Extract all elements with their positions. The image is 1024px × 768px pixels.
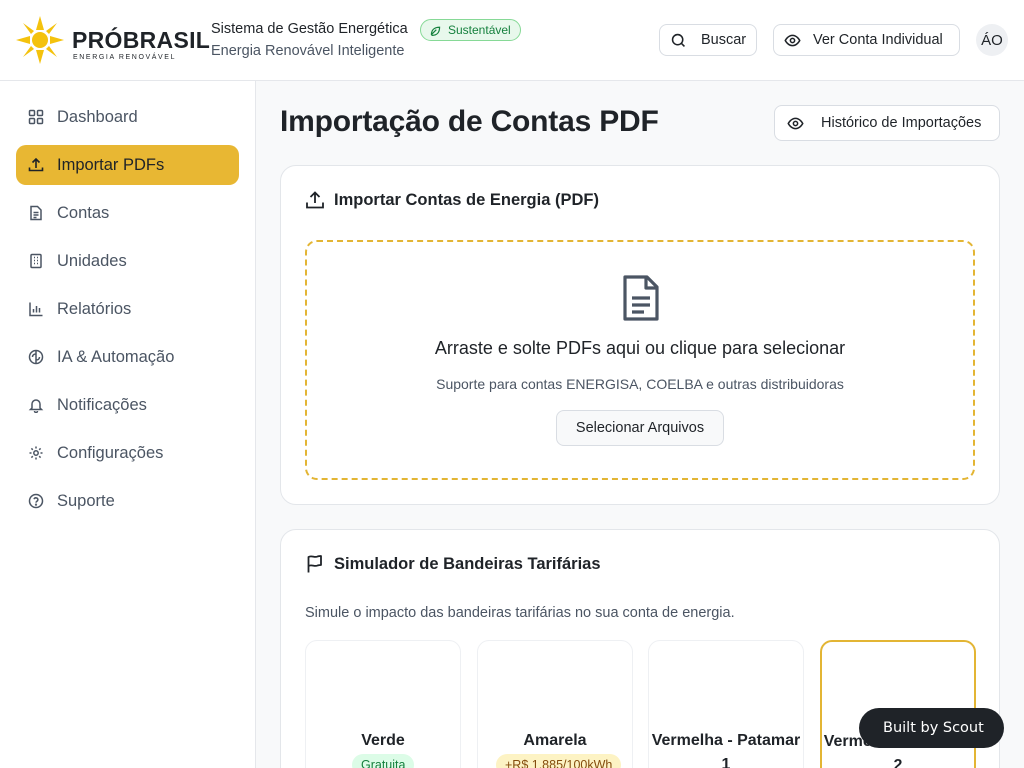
building-icon bbox=[30, 253, 42, 269]
sidebar-item-notificacoes[interactable]: Notificações bbox=[16, 385, 239, 425]
flag-option-vermelha-patamar-1[interactable]: Vermelha - Patamar 1 bbox=[648, 640, 804, 768]
sustainable-badge: Sustentável bbox=[420, 19, 521, 41]
import-pdf-card: Importar Contas de Energia (PDF) Arraste… bbox=[280, 165, 1000, 505]
flag-price-tag: +R$ 1.885/100kWh bbox=[496, 754, 622, 768]
search-icon bbox=[671, 33, 685, 47]
brain-icon bbox=[28, 349, 44, 365]
page-title: Importação de Contas PDF bbox=[280, 105, 659, 138]
app-header: PRÓBRASIL ENERGIA RENOVÁVEL Sistema de G… bbox=[0, 0, 1024, 81]
bar-chart-icon bbox=[29, 302, 43, 317]
gear-icon bbox=[29, 446, 43, 460]
view-individual-account-button[interactable]: Ver Conta Individual bbox=[773, 24, 960, 56]
sidebar-item-dashboard[interactable]: Dashboard bbox=[16, 97, 239, 137]
import-history-label: Histórico de Importações bbox=[821, 115, 982, 131]
file-text-icon bbox=[623, 275, 659, 321]
sidebar-item-relatorios[interactable]: Relatórios bbox=[16, 289, 239, 329]
scout-label: Built by Scout bbox=[883, 720, 984, 736]
main-content: Importação de Contas PDF Histórico de Im… bbox=[256, 81, 1024, 768]
import-card-header: Importar Contas de Energia (PDF) bbox=[305, 190, 599, 210]
badge-label: Sustentável bbox=[448, 23, 511, 37]
sidebar-item-label: Configurações bbox=[57, 443, 164, 462]
simulator-card-header: Simulador de Bandeiras Tarifárias bbox=[305, 554, 601, 574]
help-circle-icon bbox=[28, 493, 44, 509]
sun-logo-icon bbox=[16, 16, 64, 64]
import-history-button[interactable]: Histórico de Importações bbox=[774, 105, 1000, 141]
sidebar-item-label: Suporte bbox=[57, 491, 115, 510]
sidebar-nav: Dashboard Importar PDFs Contas Unidades … bbox=[0, 81, 256, 768]
simulator-description: Simule o impacto das bandeiras tarifária… bbox=[305, 605, 735, 621]
logo-wordmark: PRÓBRASIL bbox=[72, 27, 211, 53]
sidebar-item-label: Dashboard bbox=[57, 107, 138, 126]
system-title: Sistema de Gestão Energética bbox=[211, 21, 408, 37]
simulator-card-title: Simulador de Bandeiras Tarifárias bbox=[334, 554, 601, 573]
built-by-scout-badge[interactable]: Built by Scout bbox=[859, 708, 1004, 748]
document-icon bbox=[30, 205, 42, 221]
sidebar-item-unidades[interactable]: Unidades bbox=[16, 241, 239, 281]
bell-icon bbox=[28, 399, 44, 413]
dropzone-subtitle: Suporte para contas ENERGISA, COELBA e o… bbox=[436, 376, 844, 392]
sidebar-item-label: Notificações bbox=[57, 395, 147, 414]
sidebar-item-configuracoes[interactable]: Configurações bbox=[16, 433, 239, 473]
leaf-icon bbox=[430, 26, 441, 36]
upload-icon bbox=[306, 191, 324, 209]
flag-option-verde[interactable]: Verde Gratuita bbox=[305, 640, 461, 768]
grid-icon bbox=[28, 109, 44, 125]
flag-name: Verde bbox=[361, 732, 405, 749]
flag-option-vermelha-patamar-2[interactable]: Vermelha - Patamar 2 bbox=[820, 640, 976, 768]
sidebar-item-import-pdfs[interactable]: Importar PDFs bbox=[16, 145, 239, 185]
upload-icon bbox=[28, 157, 44, 172]
probrasil-logo[interactable]: PRÓBRASIL ENERGIA RENOVÁVEL bbox=[16, 16, 210, 64]
import-card-title: Importar Contas de Energia (PDF) bbox=[334, 190, 599, 209]
eye-icon bbox=[787, 117, 804, 129]
flag-icon bbox=[307, 555, 322, 573]
view-account-label: Ver Conta Individual bbox=[813, 32, 943, 48]
search-button[interactable]: Buscar bbox=[659, 24, 757, 56]
sidebar-item-label: Importar PDFs bbox=[57, 155, 165, 174]
sidebar-item-label: Unidades bbox=[57, 251, 127, 270]
flag-name: Vermelha - Patamar 1 bbox=[651, 732, 801, 768]
dropzone-title: Arraste e solte PDFs aqui ou clique para… bbox=[434, 338, 846, 358]
sidebar-item-contas[interactable]: Contas bbox=[16, 193, 239, 233]
eye-icon bbox=[784, 34, 801, 46]
logo-tagline: ENERGIA RENOVÁVEL bbox=[73, 54, 177, 61]
flag-price-tag: Gratuita bbox=[352, 754, 415, 768]
pdf-dropzone[interactable]: Arraste e solte PDFs aqui ou clique para… bbox=[305, 240, 975, 480]
search-button-label: Buscar bbox=[701, 32, 747, 48]
sidebar-item-label: IA & Automação bbox=[57, 347, 175, 366]
sidebar-item-suporte[interactable]: Suporte bbox=[16, 481, 239, 521]
sidebar-item-label: Relatórios bbox=[57, 299, 132, 318]
flag-option-amarela[interactable]: Amarela +R$ 1.885/100kWh bbox=[477, 640, 633, 768]
system-subtitle: Energia Renovável Inteligente bbox=[211, 43, 405, 59]
user-avatar[interactable]: ÁO bbox=[976, 24, 1008, 56]
sidebar-item-ia-automacao[interactable]: IA & Automação bbox=[16, 337, 239, 377]
select-files-button[interactable]: Selecionar Arquivos bbox=[556, 410, 724, 446]
flag-name: Amarela bbox=[523, 732, 587, 749]
sidebar-item-label: Contas bbox=[57, 203, 110, 222]
